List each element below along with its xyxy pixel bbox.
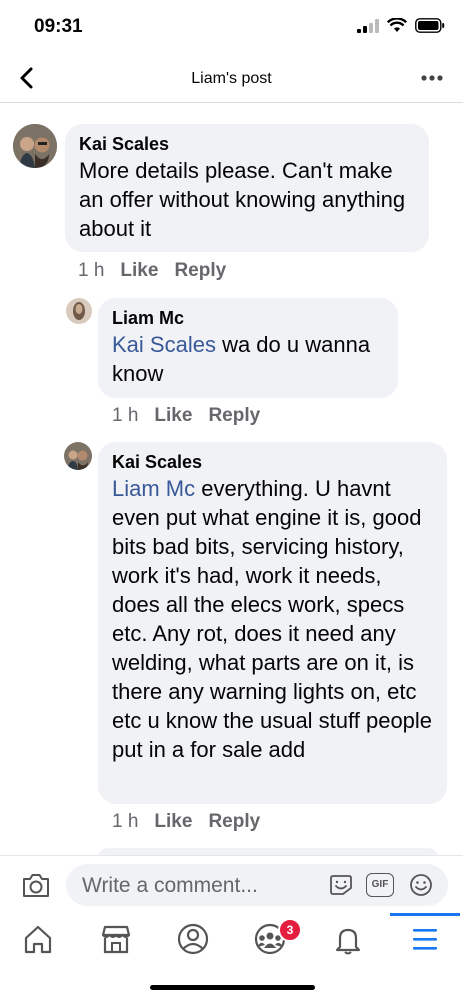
comment-text: Kai Scales wa do u wanna know — [112, 330, 384, 388]
comment-author[interactable]: Liam Mc — [112, 306, 384, 330]
mention-link[interactable]: Kai Scales — [112, 332, 216, 357]
comment-body: More details please. Can't make an offer… — [79, 158, 406, 241]
comment-author[interactable]: Kai Scales — [79, 132, 415, 156]
sticker-icon[interactable] — [328, 873, 354, 897]
status-icons — [357, 18, 445, 33]
emoji-icon[interactable] — [408, 873, 434, 897]
mention-link[interactable]: Liam Mc — [112, 476, 195, 501]
groups-badge: 3 — [278, 918, 302, 942]
comment-actions: 1 h Like Reply — [112, 811, 260, 833]
page-title: Liam's post — [191, 70, 272, 87]
profile-icon[interactable] — [173, 921, 213, 957]
like-button[interactable]: Like — [154, 811, 192, 833]
gif-label: GIF — [371, 879, 389, 890]
avatar-photo-icon — [66, 298, 92, 324]
comment-text: More details please. Can't make an offer… — [79, 156, 415, 243]
marketplace-icon[interactable] — [96, 921, 136, 957]
comment-bubble[interactable]: Liam Mc Kai Scales wa do u wanna know — [98, 298, 398, 398]
comment-body: everything. U havnt even put what engine… — [112, 476, 433, 762]
avatar-photo-icon — [64, 442, 92, 470]
reply-button[interactable]: Reply — [208, 405, 260, 427]
menu-icon[interactable] — [405, 921, 445, 957]
comment-time: 1 h — [112, 811, 139, 832]
avatar[interactable] — [13, 124, 57, 168]
comment-bubble[interactable]: Kai Scales Liam Mc everything. U havnt e… — [98, 442, 447, 804]
nav-bar: Liam's post — [0, 56, 463, 103]
avatar[interactable] — [66, 298, 92, 324]
comment-time: 1 h — [78, 260, 105, 281]
comment-bubble[interactable]: Kai Scales More details please. Can't ma… — [65, 124, 429, 252]
comment-field[interactable]: GIF — [66, 864, 448, 908]
status-time: 09:31 — [34, 16, 83, 37]
comment-input[interactable] — [80, 864, 324, 908]
comment-time: 1 h — [112, 405, 139, 426]
more-options-icon[interactable] — [417, 66, 447, 90]
home-icon[interactable] — [18, 921, 58, 957]
camera-icon[interactable] — [20, 870, 52, 900]
comment-actions: 1 h Like Reply — [112, 405, 260, 427]
avatar-photo-icon — [13, 124, 57, 168]
reply-button[interactable]: Reply — [174, 260, 226, 282]
battery-icon — [415, 18, 445, 33]
status-bar: 09:31 — [0, 0, 463, 56]
signal-icon — [357, 18, 379, 33]
comment-author[interactable]: Kai Scales — [112, 450, 433, 474]
notifications-icon[interactable] — [328, 921, 368, 957]
wifi-icon — [387, 18, 407, 32]
like-button[interactable]: Like — [120, 260, 158, 282]
home-indicator[interactable] — [150, 985, 315, 990]
avatar[interactable] — [64, 442, 92, 470]
comment-text: Liam Mc everything. U havnt even put wha… — [112, 474, 433, 764]
comment-composer: GIF — [0, 855, 463, 914]
active-tab-indicator — [390, 913, 460, 916]
comment-actions: 1 h Like Reply — [78, 260, 226, 282]
gif-icon[interactable]: GIF — [366, 873, 394, 897]
like-button[interactable]: Like — [154, 405, 192, 427]
reply-button[interactable]: Reply — [208, 811, 260, 833]
